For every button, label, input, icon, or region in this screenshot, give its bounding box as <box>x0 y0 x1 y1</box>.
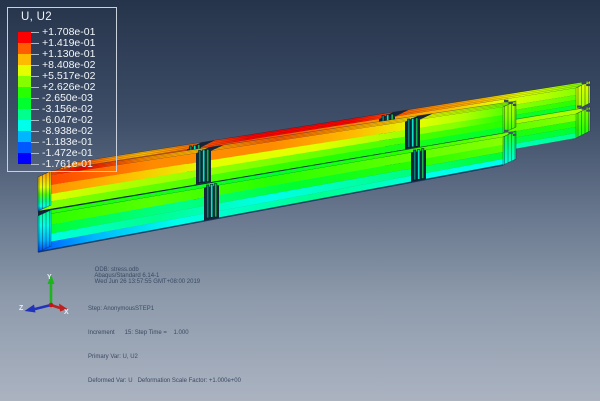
legend-tick <box>31 109 39 110</box>
increment-line: Increment 15: Step Time = 1.000 <box>88 329 241 337</box>
legend-swatch <box>18 65 31 76</box>
contour-legend: U, U2 +1.708e-01+1.419e-01+1.130e-01+8.4… <box>7 7 117 172</box>
x-axis-label: X <box>64 309 69 316</box>
orientation-triad: Y Z X <box>18 270 78 325</box>
legend-tick <box>31 76 39 77</box>
primary-var-line: Primary Var: U, U2 <box>88 353 241 361</box>
legend-tick <box>31 65 39 66</box>
legend-swatch <box>18 131 31 142</box>
z-axis-label: Z <box>19 305 24 312</box>
legend-tick <box>31 43 39 44</box>
legend-swatch <box>18 120 31 131</box>
legend-tick <box>31 142 39 143</box>
deformed-var-line: Deformed Var: U Deformation Scale Factor… <box>88 377 241 385</box>
step-status-block: Step: AnonymousSTEP1 Increment 15: Step … <box>88 289 241 401</box>
legend-tick <box>31 87 39 88</box>
legend-value: -1.761e-01 <box>42 158 93 170</box>
legend-swatch <box>18 87 31 98</box>
analysis-datetime: Wed Jun 26 13:57:55 GMT+08:00 2019 <box>95 279 200 285</box>
y-axis-label: Y <box>47 274 52 281</box>
legend-swatch <box>18 32 31 43</box>
legend-tick <box>31 54 39 55</box>
legend-tick <box>31 153 39 154</box>
legend-tick <box>31 98 39 99</box>
legend-swatch <box>18 98 31 109</box>
legend-tick <box>31 131 39 132</box>
odb-status-line: ODB: stress.odb Abaqus/Standard 6.14-1 W… <box>88 261 214 291</box>
legend-swatch <box>18 153 31 164</box>
legend-color-scale: +1.708e-01+1.419e-01+1.130e-01+8.408e-02… <box>18 32 116 164</box>
legend-tick <box>31 32 39 33</box>
z-axis-arrow <box>25 305 52 313</box>
abaqus-viewport[interactable]: U, U2 +1.708e-01+1.419e-01+1.130e-01+8.4… <box>0 0 600 401</box>
legend-swatch <box>18 54 31 65</box>
legend-tick <box>31 164 39 165</box>
legend-swatch <box>18 43 31 54</box>
step-line: Step: AnonymousSTEP1 <box>88 305 241 313</box>
legend-swatch <box>18 76 31 87</box>
legend-tick <box>31 120 39 121</box>
triad-origin <box>49 303 54 308</box>
legend-title: U, U2 <box>21 11 52 23</box>
legend-swatch <box>18 142 31 153</box>
legend-swatch <box>18 109 31 120</box>
